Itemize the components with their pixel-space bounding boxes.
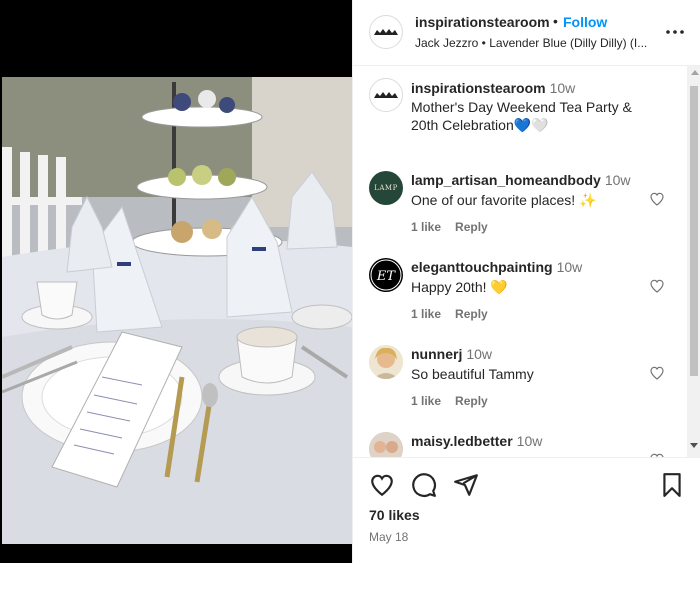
user-photo-avatar	[369, 432, 403, 457]
caption-username[interactable]: inspirationstearoom 10w	[411, 80, 575, 96]
scroll-down-arrow-icon[interactable]	[690, 443, 698, 448]
caption-author[interactable]: inspirationstearoom	[411, 80, 546, 96]
like-comment-heart-icon[interactable]	[649, 365, 665, 381]
comment-text: So beautiful Tammy	[411, 366, 534, 382]
like-comment-heart-icon[interactable]	[649, 278, 665, 294]
audio-attribution[interactable]: Jack Jezzro • Lavender Blue (Dilly Dilly…	[415, 36, 647, 50]
comment-avatar[interactable]	[369, 345, 403, 379]
comment-username[interactable]: maisy.ledbetter 10w	[411, 433, 542, 449]
comments-list[interactable]: inspirationstearoom 10w Mother's Day Week…	[353, 66, 687, 457]
comment-time: 10w	[556, 259, 583, 275]
comments-scrollbar[interactable]	[687, 66, 700, 457]
comment-user[interactable]: eleganttouchpainting	[411, 259, 553, 275]
post-photo[interactable]	[2, 77, 352, 544]
comment-likes[interactable]: 1 like	[411, 220, 441, 234]
reply-button[interactable]: Reply	[455, 394, 488, 408]
scroll-up-arrow-icon[interactable]	[691, 70, 699, 75]
share-send-icon[interactable]	[453, 472, 479, 498]
author-avatar[interactable]	[369, 15, 403, 49]
follow-button[interactable]: Follow	[563, 14, 607, 30]
comment-avatar[interactable]	[369, 432, 403, 457]
post-header: inspirationstearoom • Follow Jack Jezzro…	[353, 0, 700, 66]
caption-avatar[interactable]	[369, 78, 403, 112]
caption-text: Mother's Day Weekend Tea Party & 20th Ce…	[411, 99, 632, 133]
save-bookmark-icon[interactable]	[659, 472, 685, 498]
comment-username[interactable]: nunnerj 10w	[411, 346, 492, 362]
caption-time: 10w	[549, 80, 576, 96]
separator-dot: •	[553, 13, 558, 29]
comment-user[interactable]: maisy.ledbetter	[411, 433, 513, 449]
post-side-panel: inspirationstearoom • Follow Jack Jezzro…	[352, 0, 700, 563]
comment-avatar[interactable]: LAMP	[369, 171, 403, 205]
reply-button[interactable]: Reply	[455, 220, 488, 234]
comment-username[interactable]: eleganttouchpainting 10w	[411, 259, 582, 275]
avatar-monogram: ET	[376, 269, 396, 284]
comment-time: 10w	[466, 346, 493, 362]
comment-likes[interactable]: 1 like	[411, 307, 441, 321]
comment-icon[interactable]	[411, 472, 437, 498]
comment-meta: 1 like Reply	[411, 307, 502, 321]
post-date: May 18	[369, 530, 409, 544]
reply-button[interactable]: Reply	[455, 307, 488, 321]
comment-user[interactable]: nunnerj	[411, 346, 462, 362]
comment-text: One of our favorite places! ✨	[411, 192, 597, 208]
comment-likes[interactable]: 1 like	[411, 394, 441, 408]
comment-time: 10w	[604, 172, 631, 188]
likes-count[interactable]: 70 likes	[369, 507, 420, 523]
author-username[interactable]: inspirationstearoom	[415, 14, 550, 30]
like-heart-icon[interactable]	[369, 472, 395, 498]
comment-user[interactable]: lamp_artisan_homeandbody	[411, 172, 601, 188]
comment-avatar[interactable]: ET	[369, 258, 403, 292]
tearoom-logo	[374, 92, 398, 98]
comment-meta: 1 like Reply	[411, 220, 502, 234]
comment-text: Happy 20th! 💛	[411, 279, 508, 295]
user-photo-avatar	[369, 345, 403, 379]
tearoom-logo	[374, 29, 398, 35]
comment-meta: 1 like Reply	[411, 394, 502, 408]
more-horizontal-icon[interactable]	[663, 20, 687, 44]
like-comment-heart-icon[interactable]	[649, 191, 665, 207]
post-media	[0, 0, 352, 563]
scroll-thumb[interactable]	[690, 86, 698, 376]
et-monogram-icon: ET	[370, 259, 402, 291]
comment-time: 10w	[516, 433, 543, 449]
comment-username[interactable]: lamp_artisan_homeandbody 10w	[411, 172, 631, 188]
post-actions: 70 likes May 18	[353, 457, 700, 563]
